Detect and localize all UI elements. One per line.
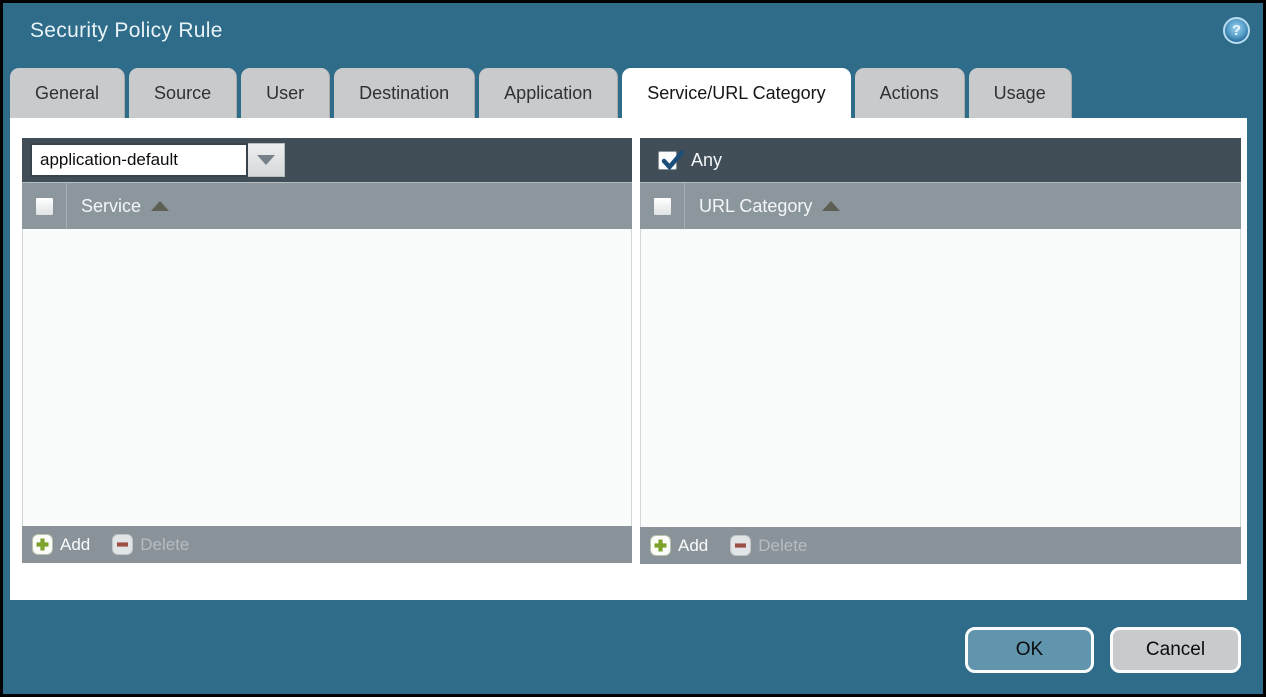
tab-application[interactable]: Application	[479, 68, 618, 118]
service-panel-footer: Add Delete	[22, 526, 632, 563]
chevron-down-icon	[257, 155, 275, 165]
delete-icon	[112, 534, 133, 555]
security-policy-rule-dialog: Security Policy Rule ? General Source Us…	[0, 0, 1266, 697]
page-title: Security Policy Rule	[30, 19, 223, 43]
url-category-delete-button[interactable]: Delete	[730, 535, 807, 556]
tab-user[interactable]: User	[241, 68, 330, 118]
service-panel-topbar	[22, 138, 632, 182]
add-icon	[32, 534, 53, 555]
url-category-select-all-checkbox[interactable]	[653, 197, 672, 216]
sort-ascending-icon	[151, 201, 169, 211]
checkmark-icon	[660, 148, 686, 174]
url-category-panel: Any URL Category A	[640, 138, 1241, 564]
tab-destination[interactable]: Destination	[334, 68, 475, 118]
tab-service-url-category[interactable]: Service/URL Category	[622, 68, 850, 118]
titlebar: Security Policy Rule ?	[3, 3, 1263, 68]
service-select-all-checkbox[interactable]	[35, 197, 54, 216]
url-category-column-header[interactable]: URL Category	[699, 196, 840, 217]
dialog-actions: OK Cancel	[965, 627, 1241, 673]
service-type-combo	[30, 143, 285, 177]
service-type-input[interactable]	[30, 143, 248, 177]
url-category-table-header: URL Category	[640, 182, 1241, 229]
url-category-add-button[interactable]: Add	[650, 535, 708, 556]
sort-ascending-icon	[822, 201, 840, 211]
tab-general[interactable]: General	[10, 68, 125, 118]
help-icon[interactable]: ?	[1223, 17, 1250, 44]
tab-source[interactable]: Source	[129, 68, 237, 118]
ok-button[interactable]: OK	[965, 627, 1094, 673]
url-category-table-body[interactable]	[640, 229, 1241, 527]
service-panel: Service Add De	[22, 138, 632, 563]
url-category-panel-footer: Add Delete	[640, 527, 1241, 564]
tab-usage[interactable]: Usage	[969, 68, 1072, 118]
any-checkbox[interactable]	[658, 151, 677, 170]
service-delete-button[interactable]: Delete	[112, 534, 189, 555]
url-category-panel-topbar: Any	[640, 138, 1241, 182]
service-table-body[interactable]	[22, 229, 632, 526]
add-icon	[650, 535, 671, 556]
tab-content: Service Add De	[10, 118, 1247, 600]
service-table-header: Service	[22, 182, 632, 229]
tab-bar: General Source User Destination Applicat…	[10, 68, 1256, 118]
cancel-button[interactable]: Cancel	[1110, 627, 1241, 673]
delete-icon	[730, 535, 751, 556]
service-add-button[interactable]: Add	[32, 534, 90, 555]
service-type-dropdown-button[interactable]	[248, 143, 285, 177]
service-column-header[interactable]: Service	[81, 196, 169, 217]
any-checkbox-label: Any	[691, 150, 722, 171]
tab-actions[interactable]: Actions	[855, 68, 965, 118]
